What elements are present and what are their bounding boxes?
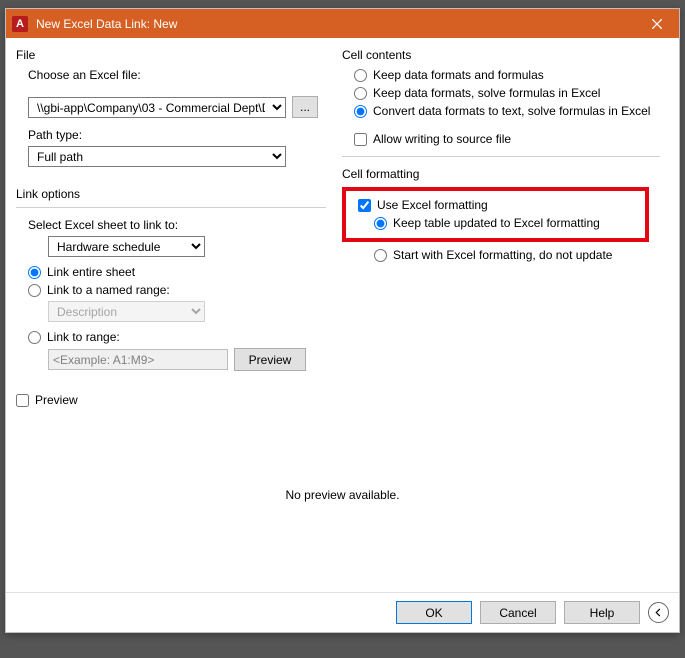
close-button[interactable] bbox=[634, 9, 679, 38]
convert-to-text-label: Convert data formats to text, solve form… bbox=[373, 104, 650, 118]
close-icon bbox=[652, 19, 662, 29]
sheet-select[interactable]: Hardware schedule bbox=[48, 236, 205, 257]
keep-updated-radio[interactable] bbox=[374, 217, 387, 230]
preview-pane: No preview available. bbox=[16, 415, 669, 575]
titlebar[interactable]: A New Excel Data Link: New bbox=[6, 9, 679, 38]
link-named-range-radio[interactable] bbox=[28, 284, 41, 297]
link-entire-sheet-radio[interactable] bbox=[28, 266, 41, 279]
preview-section: Preview No preview available. bbox=[16, 393, 669, 575]
separator bbox=[342, 156, 660, 157]
excel-file-select[interactable]: \\gbi-app\Company\03 - Commercial Dept\D… bbox=[28, 97, 286, 118]
file-group-label: File bbox=[16, 48, 326, 62]
no-preview-text: No preview available. bbox=[285, 488, 399, 502]
highlight-box: Use Excel formatting Keep table updated … bbox=[342, 187, 649, 242]
dialog-window: A New Excel Data Link: New File Choose a… bbox=[5, 8, 680, 633]
keep-formats-formulas-label: Keep data formats and formulas bbox=[373, 68, 544, 82]
link-to-range-radio[interactable] bbox=[28, 331, 41, 344]
allow-writing-label: Allow writing to source file bbox=[373, 132, 511, 146]
preview-checkbox-label: Preview bbox=[35, 393, 78, 407]
keep-formats-solve-radio[interactable] bbox=[354, 87, 367, 100]
window-title: New Excel Data Link: New bbox=[34, 17, 634, 31]
allow-writing-checkbox[interactable] bbox=[354, 133, 367, 146]
expand-button[interactable] bbox=[648, 602, 669, 623]
ok-button[interactable]: OK bbox=[396, 601, 472, 624]
select-sheet-label: Select Excel sheet to link to: bbox=[28, 218, 326, 232]
help-button[interactable]: Help bbox=[564, 601, 640, 624]
start-with-excel-radio[interactable] bbox=[374, 249, 387, 262]
link-to-range-label: Link to range: bbox=[47, 330, 120, 344]
preview-range-button[interactable]: Preview bbox=[234, 348, 306, 371]
use-excel-formatting-checkbox[interactable] bbox=[358, 199, 371, 212]
named-range-select: Description bbox=[48, 301, 205, 322]
cell-contents-group-label: Cell contents bbox=[342, 48, 660, 62]
link-named-range-label: Link to a named range: bbox=[47, 283, 170, 297]
path-type-select[interactable]: Full path bbox=[28, 146, 286, 167]
use-excel-formatting-label: Use Excel formatting bbox=[377, 198, 488, 212]
left-column: File Choose an Excel file: \\gbi-app\Com… bbox=[16, 48, 326, 379]
keep-formats-solve-label: Keep data formats, solve formulas in Exc… bbox=[373, 86, 600, 100]
path-type-label: Path type: bbox=[28, 128, 326, 142]
range-input bbox=[48, 349, 228, 370]
browse-button[interactable]: ... bbox=[292, 96, 318, 118]
convert-to-text-radio[interactable] bbox=[354, 105, 367, 118]
separator bbox=[16, 207, 326, 208]
cell-formatting-group-label: Cell formatting bbox=[342, 167, 660, 181]
right-column: Cell contents Keep data formats and form… bbox=[342, 48, 660, 379]
keep-formats-formulas-radio[interactable] bbox=[354, 69, 367, 82]
preview-checkbox[interactable] bbox=[16, 394, 29, 407]
dialog-body: File Choose an Excel file: \\gbi-app\Com… bbox=[6, 38, 679, 592]
keep-updated-label: Keep table updated to Excel formatting bbox=[393, 216, 600, 230]
chevron-left-icon bbox=[654, 608, 663, 617]
link-options-group-label: Link options bbox=[16, 187, 326, 201]
link-entire-sheet-label: Link entire sheet bbox=[47, 265, 135, 279]
choose-file-label: Choose an Excel file: bbox=[28, 68, 326, 82]
autocad-icon: A bbox=[12, 16, 28, 32]
start-with-excel-label: Start with Excel formatting, do not upda… bbox=[393, 248, 612, 262]
cancel-button[interactable]: Cancel bbox=[480, 601, 556, 624]
button-bar: OK Cancel Help bbox=[6, 592, 679, 632]
